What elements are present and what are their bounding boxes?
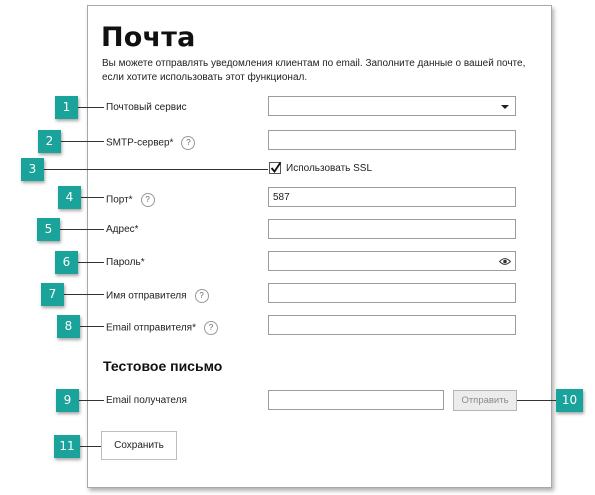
mail-service-select[interactable] [268,96,516,116]
send-test-button[interactable]: Отправить [453,390,517,411]
sender-email-label: Email отправителя*? [106,321,218,335]
callout-leader [79,400,104,401]
callout-3: 3 [21,158,44,181]
callout-leader [44,169,268,170]
callout-leader [79,446,101,447]
smtp-server-label-text: SMTP-сервер* [106,137,174,149]
sender-name-label-text: Имя отправителя [106,290,187,302]
callout-9: 9 [56,389,79,412]
address-input[interactable] [268,219,516,239]
help-icon[interactable]: ? [140,193,155,207]
smtp-server-input[interactable] [268,130,516,150]
sender-email-label-text: Email отправителя* [106,322,196,334]
callout-6: 6 [55,251,78,274]
sender-email-input[interactable] [268,315,516,335]
mail-service-label: Почтовый сервис [106,102,187,113]
chevron-down-icon [501,105,509,109]
address-label-text: Адрес* [106,224,139,235]
help-icon[interactable]: ? [203,321,218,335]
help-icon[interactable]: ? [194,289,209,303]
callout-2: 2 [38,130,61,153]
sender-name-label: Имя отправителя? [106,289,209,303]
callout-leader [61,141,104,142]
callout-11: 11 [54,435,80,458]
smtp-server-label: SMTP-сервер*? [106,136,196,150]
password-label-text: Пароль* [106,257,145,268]
callout-leader [78,107,104,108]
use-ssl-label: Использовать SSL [286,163,373,174]
save-button[interactable]: Сохранить [101,431,177,460]
callout-leader [64,294,104,295]
recipient-email-label: Email получателя [106,395,187,406]
page-description: Вы можете отправлять уведомления клиента… [102,58,526,83]
callout-5: 5 [37,218,60,241]
help-icon[interactable]: ? [181,136,196,150]
checkmark-icon [270,162,282,173]
callout-4: 4 [58,186,81,209]
callout-10: 10 [556,389,583,412]
callout-leader [80,326,104,327]
eye-icon[interactable] [499,257,511,266]
port-input[interactable]: 587 [268,187,516,207]
callout-leader [78,262,104,263]
callout-1: 1 [55,96,78,119]
callout-leader [60,229,104,230]
password-input[interactable] [268,251,516,271]
callout-leader [81,197,104,198]
use-ssl-checkbox[interactable] [269,162,282,174]
password-label: Пароль* [106,257,145,268]
port-value: 587 [273,192,290,203]
callout-leader [517,400,556,401]
recipient-email-label-text: Email получателя [106,395,187,406]
test-email-title: Тестовое письмо [103,358,223,374]
address-label: Адрес* [106,224,139,235]
mail-service-label-text: Почтовый сервис [106,102,187,113]
callout-7: 7 [41,283,64,306]
port-label-text: Порт* [106,194,133,206]
sender-name-input[interactable] [268,283,516,303]
page-title: Почта [101,22,196,53]
callout-8: 8 [57,315,80,338]
recipient-email-input[interactable] [268,390,444,410]
port-label: Порт*? [106,193,155,207]
